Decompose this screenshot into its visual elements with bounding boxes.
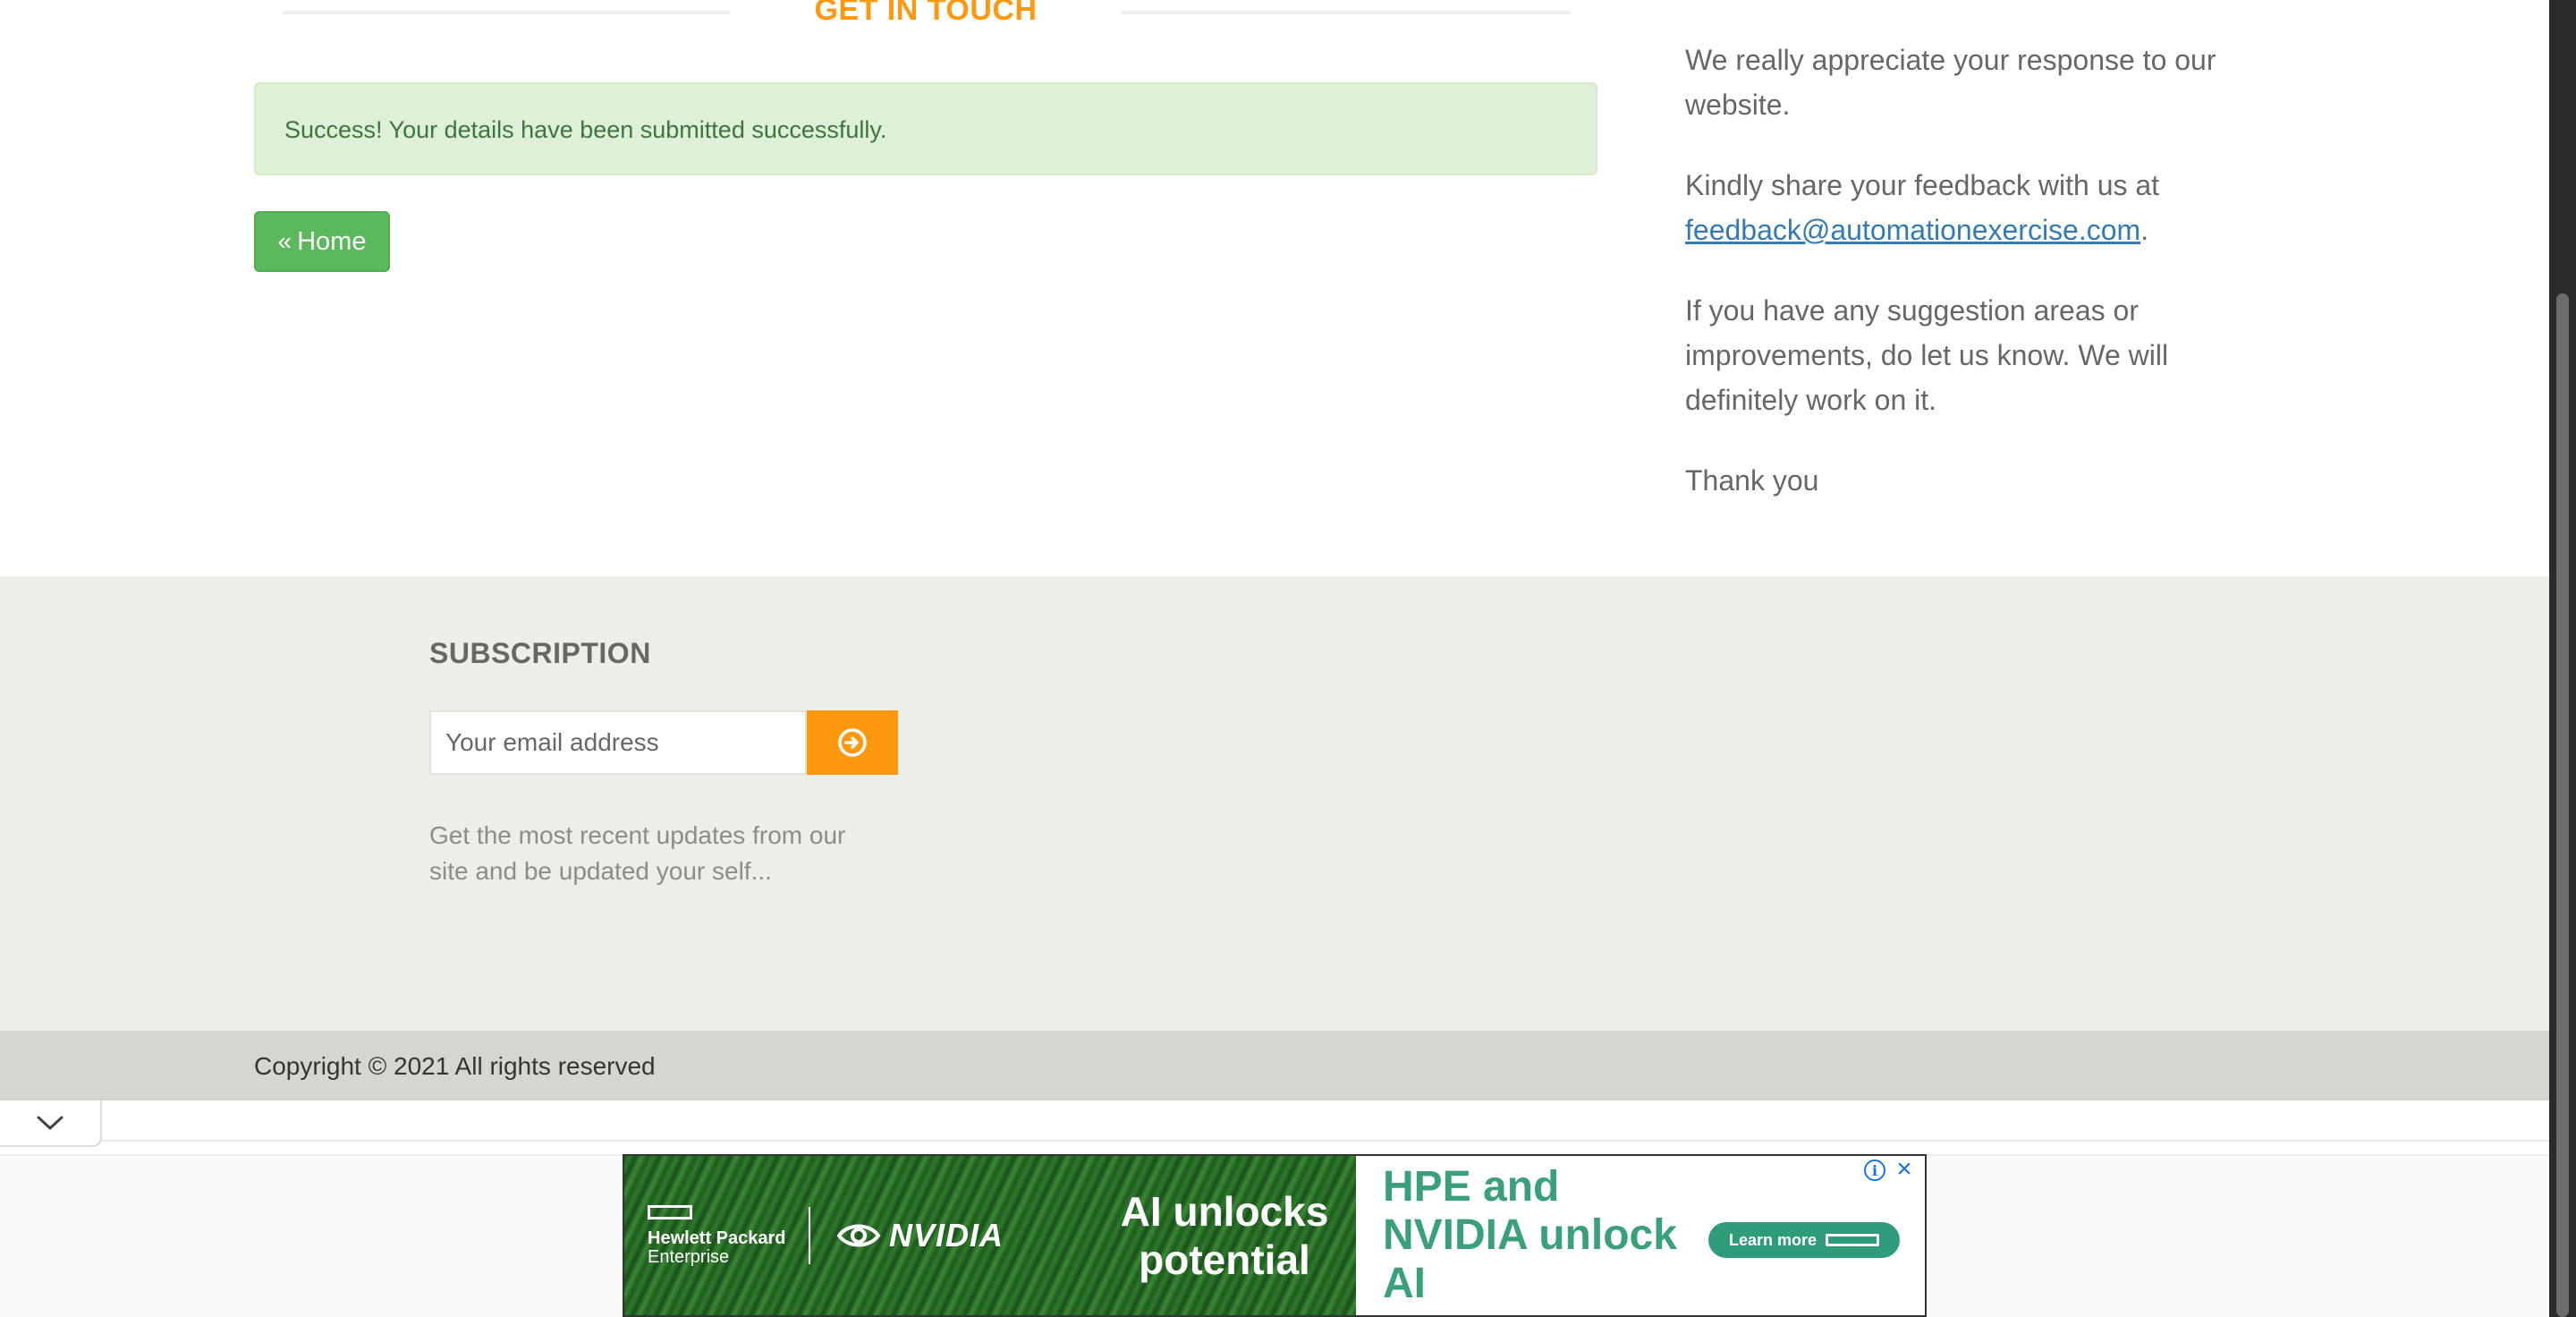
feedback-paragraph-2: Kindly share your feedback with us at fe… [1685,163,2240,252]
footer-widget [0,576,2549,1031]
learn-more-label: Learn more [1728,1230,1818,1249]
feedback-email-link[interactable]: feedback@automationexercise.com [1685,214,2140,246]
subscribe-button[interactable] [807,710,898,775]
feedback-paragraph-1: We really appreciate your response to ou… [1685,44,2216,121]
ad-image-panel: Hewlett Packard Enterprise NVIDIA AI unl… [624,1156,1356,1315]
chevron-down-icon [37,1116,64,1130]
info-icon[interactable]: i [1864,1160,1885,1181]
title-divider-left [283,11,730,14]
subscription-form [429,710,898,775]
hpe-logo: Hewlett Packard Enterprise [648,1205,809,1266]
arrow-circle-right-icon [838,728,867,757]
ad-tagline: HPE and NVIDIA unlock AI [1383,1163,1677,1307]
subscription-email-input[interactable] [429,710,807,775]
scrollbar-thumb[interactable] [2556,293,2569,1317]
home-button-label: Home [297,226,367,256]
feedback-paragraph-3: If you have any suggestion areas or impr… [1685,294,2169,416]
title-divider-right [1122,11,1571,14]
learn-more-button[interactable]: Learn more [1708,1222,1900,1258]
feedback-suffix: . [2140,214,2149,246]
feedback-paragraph-4: Thank you [1685,464,1819,497]
double-chevron-left-icon: « [277,227,292,255]
success-alert: Success! Your details have been submitte… [254,82,1597,175]
ad-headline: AI unlocks potential [1120,1188,1329,1283]
section-title: GET IN TOUCH [814,0,1038,27]
ad-banner[interactable]: Hewlett Packard Enterprise NVIDIA AI unl… [623,1154,1927,1317]
subscription-title: SUBSCRIPTION [429,637,651,669]
nvidia-eye-icon [836,1224,881,1247]
close-icon[interactable]: × [1893,1156,1916,1183]
success-message: Success! Your details have been submitte… [284,116,887,143]
hpe-brand-sub: Enterprise [648,1247,730,1267]
copyright-text: Copyright © 2021 All rights reserved [254,1052,656,1080]
nvidia-logo: NVIDIA [835,1217,1104,1254]
hpe-logo-mark [648,1205,692,1219]
ad-collapse-toggle[interactable] [0,1100,102,1147]
logo-divider [809,1207,810,1264]
feedback-prefix: Kindly share your feedback with us at [1685,169,2160,201]
subscription-description: Get the most recent updates from our sit… [429,821,846,885]
hpe-brand-name: Hewlett Packard [648,1228,786,1248]
ad-text-panel: HPE and NVIDIA unlock AI Learn more i × [1356,1156,1925,1315]
learn-more-arrow-icon [1826,1234,1880,1246]
feedback-panel: We really appreciate your response to ou… [1685,38,2240,539]
nvidia-wordmark: NVIDIA [889,1217,1004,1253]
home-button[interactable]: « Home [254,211,390,272]
